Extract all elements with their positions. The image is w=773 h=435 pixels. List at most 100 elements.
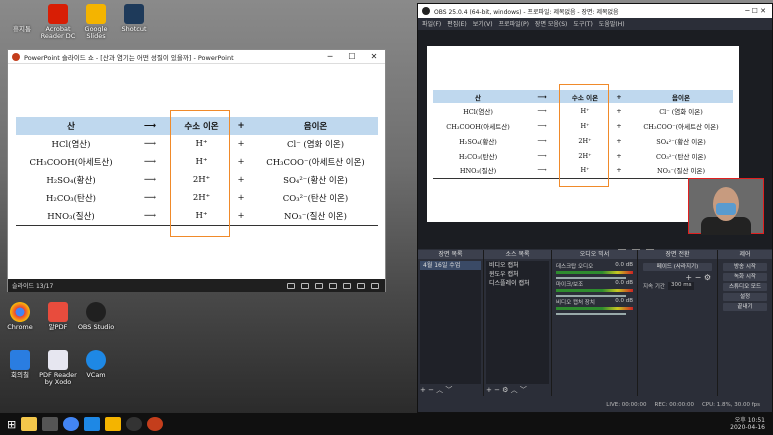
next-slide-icon[interactable] bbox=[315, 282, 323, 289]
webcam-source[interactable] bbox=[688, 178, 764, 235]
desktop-icon-recycle-bin[interactable]: 휴지통 bbox=[2, 4, 42, 33]
pause-icon[interactable] bbox=[301, 282, 309, 289]
header-plus: + bbox=[229, 117, 253, 135]
maximize-icon[interactable]: ☐ bbox=[341, 52, 363, 61]
table-cell: ⟶ bbox=[126, 207, 174, 226]
header-acid: 산 bbox=[16, 117, 126, 135]
menu-item[interactable]: 파일(F) bbox=[422, 19, 441, 28]
volume-slider[interactable] bbox=[556, 313, 626, 315]
mixer-channel[interactable]: 마이크/보조 0.0 dB bbox=[556, 280, 633, 297]
close-icon[interactable]: ✕ bbox=[363, 52, 385, 61]
table-cell: H₂SO₄(황산) bbox=[459, 137, 497, 146]
desktop-icon-obs[interactable]: OBS Studio bbox=[76, 302, 116, 331]
file-explorer-icon[interactable] bbox=[21, 417, 38, 431]
table-cell: CO₃²⁻(탄산 이온) bbox=[655, 152, 706, 161]
alpdf-icon bbox=[48, 302, 68, 322]
desktop-icon-google-slides[interactable]: Google Slides bbox=[76, 4, 116, 40]
desktop-icon-meeting[interactable]: 회의칠 bbox=[0, 350, 40, 379]
table-cell: ⟶ bbox=[143, 193, 157, 203]
dock-title: 장면 전환 bbox=[638, 250, 717, 259]
source-item[interactable]: 비디오 캡처 bbox=[486, 261, 549, 270]
menu-item[interactable]: 보기(V) bbox=[473, 19, 493, 28]
rec-timer: REC: 00:00:00 bbox=[654, 401, 694, 408]
menu-item[interactable]: 도구(T) bbox=[573, 19, 592, 28]
slide-sorter-icon[interactable] bbox=[343, 282, 351, 289]
source-item[interactable]: 디스플레이 캡처 bbox=[486, 279, 549, 288]
desktop-icon-xodo[interactable]: PDF Reader by Xodo bbox=[38, 350, 78, 386]
mixer-channel[interactable]: 데스크탑 오디오 0.0 dB bbox=[556, 262, 633, 279]
start-recording-button[interactable]: 녹화 시작 bbox=[723, 273, 767, 281]
menu-item[interactable]: 장면 모음(S) bbox=[535, 19, 567, 28]
channel-db: 0.0 dB bbox=[615, 262, 633, 268]
slide-counter: 슬라이드 13/17 bbox=[12, 283, 54, 290]
table-cell: SO₄²⁻(황산 이온) bbox=[656, 137, 706, 146]
header-anion: 음이온 bbox=[253, 117, 378, 135]
transition-add-remove[interactable]: + − ⚙ bbox=[640, 273, 715, 282]
sticky-notes-icon[interactable] bbox=[105, 417, 122, 431]
prev-slide-icon[interactable] bbox=[287, 282, 295, 289]
reading-view-icon[interactable] bbox=[357, 282, 365, 289]
settings-button[interactable]: 설정 bbox=[723, 293, 767, 301]
source-item[interactable]: 윈도우 캡처 bbox=[486, 270, 549, 279]
chrome-taskbar-icon[interactable] bbox=[63, 417, 80, 431]
mixer-channel[interactable]: 비디오 캡처 장치 0.0 dB bbox=[556, 298, 633, 315]
duration-input[interactable]: 300 ms bbox=[668, 282, 695, 290]
studio-mode-button[interactable]: 스튜디오 모드 bbox=[723, 283, 767, 291]
powerpoint-titlebar[interactable]: PowerPoint 슬라이드 쇼 - [산과 염기는 어떤 성질이 있을까] … bbox=[8, 50, 385, 64]
grid-view-icon[interactable] bbox=[329, 282, 337, 289]
table-cell: NO₃⁻(질산 이온) bbox=[629, 163, 733, 179]
table-cell: ⟶ bbox=[537, 106, 547, 115]
table-cell: ⟶ bbox=[523, 163, 561, 179]
desktop-icon-vcam[interactable]: VCam bbox=[76, 350, 116, 379]
obs-window[interactable]: OBS 25.0.4 (64-bit, windows) - 프로파일: 제목없… bbox=[417, 3, 773, 413]
desktop-icon-shotcut[interactable]: Shotcut bbox=[114, 4, 154, 33]
channel-name: 데스크탑 오디오 bbox=[556, 264, 594, 270]
scene-item[interactable]: 4월 16일 수업 bbox=[420, 261, 481, 270]
dock-title: 장면 목록 bbox=[418, 250, 483, 259]
obs-preview[interactable]: 산 ⟶ 수소 이온 + 음이온 HCl(염산) ⟶ H⁺ + Cl⁻ (염화 이온) CH… bbox=[418, 30, 772, 255]
slideshow-icon[interactable] bbox=[371, 282, 379, 289]
desktop-icon-label: OBS Studio bbox=[77, 323, 115, 331]
taskbar: ⊞ 오후 10:51 2020-04-16 bbox=[0, 413, 773, 435]
minimize-icon[interactable]: ─ bbox=[319, 52, 341, 61]
table-cell: H₂CO₃(탄산) bbox=[46, 194, 96, 204]
menu-item[interactable]: 도움말(H) bbox=[599, 19, 625, 28]
desktop-icon-label: 휴지통 bbox=[13, 25, 31, 33]
edge-icon[interactable] bbox=[84, 417, 101, 431]
highlight-box bbox=[170, 110, 230, 237]
slideshow-statusbar: 슬라이드 13/17 bbox=[8, 279, 385, 292]
start-streaming-button[interactable]: 방송 시작 bbox=[723, 263, 767, 271]
windows-start-icon[interactable]: ⊞ bbox=[7, 418, 16, 431]
obs-menubar: 파일(F) 편집(E) 보기(V) 프로파일(P) 장면 모음(S) 도구(T) 도움말(H… bbox=[418, 18, 772, 29]
menu-item[interactable]: 프로파일(P) bbox=[499, 19, 529, 28]
system-clock[interactable]: 오후 10:51 2020-04-16 bbox=[730, 417, 773, 431]
table-cell: ⟶ bbox=[537, 151, 547, 160]
channel-name: 마이크/보조 bbox=[556, 282, 584, 288]
desktop-icon-alpdf[interactable]: 알PDF bbox=[38, 302, 78, 331]
obs-statusbar: LIVE: 00:00:00 REC: 00:00:00 CPU: 1.8%, … bbox=[418, 397, 772, 412]
shotcut-icon bbox=[124, 4, 144, 24]
menu-item[interactable]: 편집(E) bbox=[447, 19, 467, 28]
desktop-icon-acrobat[interactable]: Acrobat Reader DC bbox=[38, 4, 78, 40]
volume-slider[interactable] bbox=[556, 277, 626, 279]
powerpoint-logo-icon bbox=[12, 52, 20, 61]
table-cell: H₂SO₄(황산) bbox=[46, 176, 96, 186]
powerpoint-taskbar-icon[interactable] bbox=[147, 417, 164, 431]
desktop-icon-label: PDF Reader by Xodo bbox=[39, 371, 77, 386]
volume-slider[interactable] bbox=[556, 295, 626, 297]
obs-icon bbox=[86, 302, 106, 322]
table-cell: + bbox=[237, 175, 245, 185]
powerpoint-window[interactable]: PowerPoint 슬라이드 쇼 - [산과 염기는 어떤 성질이 있을까] … bbox=[7, 49, 386, 292]
channel-db: 0.0 dB bbox=[615, 298, 633, 304]
desktop-icon-chrome[interactable]: Chrome bbox=[0, 302, 40, 331]
desktop-icon-label: VCam bbox=[86, 371, 106, 379]
store-icon[interactable] bbox=[42, 417, 59, 431]
transition-select[interactable]: 페이드 (사라지기) bbox=[643, 263, 712, 271]
scene-controls[interactable]: + − ︿ ﹀ bbox=[420, 385, 452, 395]
exit-button[interactable]: 끝내기 bbox=[723, 303, 767, 311]
obs-taskbar-icon[interactable] bbox=[126, 417, 143, 431]
window-controls-icon[interactable]: ─ ☐ ✕ bbox=[745, 7, 772, 15]
obs-titlebar[interactable]: OBS 25.0.4 (64-bit, windows) - 프로파일: 제목없… bbox=[418, 4, 772, 18]
source-controls[interactable]: + − ⚙ ︿ ﹀ bbox=[486, 385, 527, 395]
desktop-icon-label: Chrome bbox=[7, 323, 33, 331]
